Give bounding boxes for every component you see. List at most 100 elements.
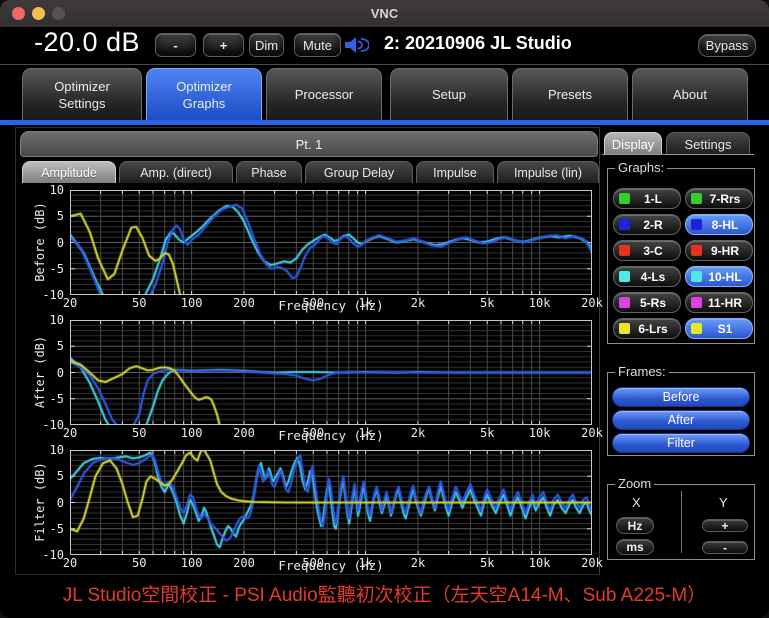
main-tab-label: Presets (547, 87, 593, 102)
main-tab-presets[interactable]: Presets (512, 68, 628, 120)
x-tick-label: 50 (132, 296, 147, 310)
zoom-group: Zoom X Y Hz ms + - (607, 476, 755, 560)
x-tick-label: 10k (528, 296, 551, 310)
y-tick-label: 10 (49, 313, 64, 327)
channel-label: 3-C (643, 243, 663, 258)
series-s1 (70, 212, 182, 295)
graph-tab-amplitude[interactable]: Amplitude (22, 161, 116, 183)
side-tab-settings[interactable]: Settings (666, 132, 750, 155)
channel-button-10-hl[interactable]: 10-HL (685, 266, 753, 287)
main-tab-label: Setup (432, 87, 466, 102)
x-tick-label: 20 (62, 556, 78, 570)
close-button-icon[interactable] (12, 7, 25, 20)
frame-button-filter[interactable]: Filter (612, 433, 750, 453)
bypass-button[interactable]: Bypass (698, 34, 756, 57)
x-tick-label: 200 (233, 296, 255, 310)
zoom-x-ms-button[interactable]: ms (616, 539, 654, 555)
main-tab-processor[interactable]: Processor (266, 68, 382, 120)
channel-button-3-c[interactable]: 3-C (613, 240, 681, 261)
channel-color-swatch (619, 271, 630, 282)
y-tick-label: 0 (56, 235, 64, 250)
volume-down-button[interactable]: - (155, 33, 196, 57)
main-tab-about[interactable]: About (632, 68, 748, 120)
main-tab-setup[interactable]: Setup (390, 68, 508, 120)
x-tick-label: 10k (528, 426, 551, 440)
x-tick-label: 2k (410, 296, 426, 310)
x-tick-label: 100 (180, 296, 203, 310)
main-tab-optimizer-settings[interactable]: Optimizer Settings (22, 68, 142, 120)
x-axis-title: Frequency (Hz) (278, 428, 384, 443)
plot-after-db-: After (dB) 10 5 0 -5 -10 20 50 100 200 500 1k 2k 5k 10… (14, 313, 603, 452)
channel-button-6-lrs[interactable]: 6-Lrs (613, 318, 681, 339)
main-tab-label: Settings (58, 95, 106, 111)
y-tick-label: -10 (42, 418, 64, 432)
graph-tab-amp-direct-[interactable]: Amp. (direct) (119, 161, 233, 183)
channel-button-s1[interactable]: S1 (685, 318, 753, 339)
zoom-y-minus-button[interactable]: - (702, 541, 748, 555)
zoom-x-hz-button[interactable]: Hz (616, 517, 654, 534)
x-tick-label: 5k (480, 426, 495, 440)
channel-color-swatch (691, 245, 702, 256)
graph-tab-impulse[interactable]: Impulse (416, 161, 494, 183)
y-tick-label: 10 (49, 443, 64, 457)
graphs-group: Graphs: 1-L 2-R 3-C 4-Ls 5-Rs 6-Lrs 7-Rrs 8-HL 9… (607, 160, 755, 344)
frame-button-after[interactable]: After (612, 410, 750, 430)
y-tick-label: -5 (49, 521, 64, 536)
channel-color-swatch (691, 271, 702, 282)
frame-button-before[interactable]: Before (612, 387, 750, 407)
zoom-group-label: Zoom (615, 476, 655, 491)
graph-tab-impulse-lin-[interactable]: Impulse (lin) (497, 161, 599, 183)
x-tick-label: 5k (480, 556, 495, 570)
y-tick-label: 5 (56, 339, 64, 354)
channel-label: 6-Lrs (638, 321, 668, 336)
side-tab-display[interactable]: Display (604, 132, 662, 155)
channel-label: 9-HR (710, 243, 739, 258)
main-tab-label: Processor (294, 87, 354, 102)
channel-label: 5-Rs (639, 295, 666, 310)
channel-color-swatch (691, 297, 702, 308)
channel-color-swatch (619, 323, 630, 334)
channel-label: 4-Ls (640, 269, 666, 284)
zoom-y-label: Y (719, 495, 728, 510)
channel-button-7-rrs[interactable]: 7-Rrs (685, 188, 753, 209)
x-tick-label: 20k (581, 296, 603, 310)
channel-button-2-r[interactable]: 2-R (613, 214, 681, 235)
x-tick-label: 100 (180, 556, 203, 570)
window-title: VNC (370, 6, 399, 21)
plot-filter-db-: Filter (dB) 10 5 0 -5 -10 20 50 100 200 500 1k 2k 5k 1… (14, 443, 603, 582)
preset-caption: JL Studio空間校正 - PSI Audio監聽初次校正（左天空A14-M… (62, 585, 707, 606)
channel-button-9-hr[interactable]: 9-HR (685, 240, 753, 261)
graph-tab-phase[interactable]: Phase (236, 161, 302, 183)
y-tick-label: 5 (56, 469, 64, 484)
channel-button-8-hl[interactable]: 8-HL (685, 214, 753, 235)
graph-tab-group-delay[interactable]: Group Delay (305, 161, 413, 183)
x-tick-label: 5k (480, 296, 495, 310)
volume-up-button[interactable]: + (203, 33, 244, 57)
mute-button[interactable]: Mute (294, 33, 341, 57)
main-tab-label: About (673, 87, 707, 102)
dim-button[interactable]: Dim (249, 33, 284, 57)
measurement-point-header: Pt. 1 (20, 131, 598, 157)
x-axis-title: Frequency (Hz) (278, 298, 384, 313)
x-tick-label: 200 (233, 426, 255, 440)
y-tick-label: 0 (56, 495, 64, 510)
zoom-button-icon[interactable] (52, 7, 65, 20)
main-tab-label: Optimizer (54, 78, 110, 94)
channel-button-5-rs[interactable]: 5-Rs (613, 292, 681, 313)
vnc-window: VNC -20.0 dB - + Dim Mute 2: 20210906 JL… (0, 0, 769, 618)
channel-button-1-l[interactable]: 1-L (613, 188, 681, 209)
main-tab-optimizer-graphs[interactable]: Optimizer Graphs (146, 68, 262, 120)
minimize-button-icon[interactable] (32, 7, 45, 20)
side-tab-underline (602, 154, 754, 155)
channel-label: 11-HR (707, 295, 742, 310)
toolbar: -20.0 dB - + Dim Mute 2: 20210906 JL Stu… (0, 27, 769, 65)
graphs-group-label: Graphs: (615, 160, 668, 175)
zoom-y-plus-button[interactable]: + (702, 519, 748, 533)
channel-button-11-hr[interactable]: 11-HR (685, 292, 753, 313)
plot-before-db-: Before (dB) 10 5 0 -5 -10 20 50 100 200 500 1k 2k 5k 1… (14, 183, 603, 322)
channel-button-4-ls[interactable]: 4-Ls (613, 266, 681, 287)
y-tick-label: -10 (42, 288, 64, 302)
y-tick-label: 10 (49, 183, 64, 197)
channel-color-swatch (691, 193, 702, 204)
x-tick-label: 2k (410, 426, 426, 440)
